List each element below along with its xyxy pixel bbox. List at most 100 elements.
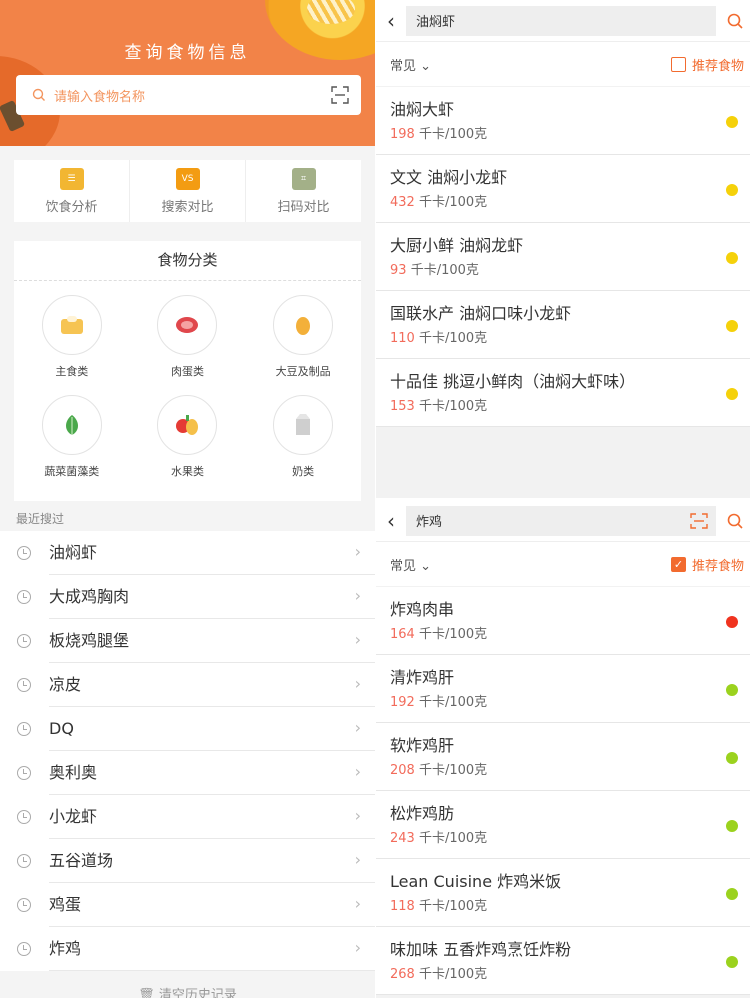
food-name: 十品佳 挑逗小鲜肉（油焖大虾味） xyxy=(390,372,636,391)
result-item[interactable]: 清炸鸡肝 192 千卡/100克 xyxy=(376,655,750,723)
kcal-value: 93 xyxy=(390,263,407,278)
chevron-down-icon: ⌄ xyxy=(420,558,432,574)
filter-bar: 常见 ⌄ ✓ 推荐食物 xyxy=(376,542,750,586)
tool-label: 饮食分析 xyxy=(45,199,98,215)
chevron-right-icon: › xyxy=(354,674,361,693)
back-arrow-icon[interactable]: ‹ xyxy=(376,9,406,33)
recent-item-label: 五谷道场 xyxy=(49,839,375,883)
result-item[interactable]: 油焖大虾 198 千卡/100克 xyxy=(376,87,750,155)
back-arrow-icon[interactable]: ‹ xyxy=(376,509,406,533)
recent-item[interactable]: 五谷道场 › xyxy=(0,839,375,883)
category-title: 食物分类 xyxy=(14,241,361,281)
search-icon[interactable] xyxy=(720,513,750,529)
recent-item-label: 大成鸡胸肉 xyxy=(49,575,375,619)
result-list: 油焖大虾 198 千卡/100克 文文 油焖小龙虾 432 千卡/100克 大厨小鲜… xyxy=(376,87,750,427)
food-name: 清炸鸡肝 xyxy=(390,668,455,687)
recent-item-label: DQ xyxy=(49,707,375,751)
recent-item[interactable]: 小龙虾 › xyxy=(0,795,375,839)
sort-label: 常见 xyxy=(390,558,417,574)
scan-icon[interactable] xyxy=(331,86,349,104)
result-item[interactable]: 十品佳 挑逗小鲜肉（油焖大虾味） 153 千卡/100克 xyxy=(376,359,750,427)
soybean-icon xyxy=(273,295,334,355)
vegetable-icon xyxy=(41,395,102,455)
kcal-value: 153 xyxy=(390,399,415,414)
food-name: 文文 油焖小龙虾 xyxy=(390,168,508,187)
fruit-icon xyxy=(157,395,218,455)
category-vegetable[interactable]: 蔬菜菌藻类 xyxy=(14,395,130,495)
result-item[interactable]: 味加味 五香炸鸡烹饪炸粉 268 千卡/100克 xyxy=(376,927,750,995)
clock-icon xyxy=(17,634,31,648)
chevron-down-icon: ⌄ xyxy=(420,58,432,74)
result-item[interactable]: 炸鸡肉串 164 千卡/100克 xyxy=(376,587,750,655)
staple-food-icon xyxy=(41,295,102,355)
food-name: 国联水产 油焖口味小龙虾 xyxy=(390,304,572,323)
result-item[interactable]: 文文 油焖小龙虾 432 千卡/100克 xyxy=(376,155,750,223)
category-fruit[interactable]: 水果类 xyxy=(130,395,246,495)
result-item[interactable]: 国联水产 油焖口味小龙虾 110 千卡/100克 xyxy=(376,291,750,359)
food-name: Lean Cuisine 炸鸡米饭 xyxy=(390,872,562,891)
result-item[interactable]: 大厨小鲜 油焖龙虾 93 千卡/100克 xyxy=(376,223,750,291)
recent-item[interactable]: 奥利奥 › xyxy=(0,751,375,795)
scan-compare-button[interactable]: ⌗ 扫码对比 xyxy=(246,160,361,222)
sort-dropdown[interactable]: 常见 ⌄ xyxy=(390,555,431,574)
recommend-label: 推荐食物 xyxy=(691,558,744,574)
chevron-right-icon: › xyxy=(354,850,361,869)
recommend-checkbox[interactable]: 推荐食物 xyxy=(670,55,744,74)
recent-item-label: 凉皮 xyxy=(49,663,375,707)
recent-item[interactable]: DQ › xyxy=(0,707,375,751)
recent-item[interactable]: 鸡蛋 › xyxy=(0,883,375,927)
page-title: 查询食物信息 xyxy=(124,43,251,63)
food-name: 油焖大虾 xyxy=(390,100,455,119)
recent-item[interactable]: 大成鸡胸肉 › xyxy=(0,575,375,619)
trash-icon: 🗑 xyxy=(138,988,159,998)
result-item[interactable]: Lean Cuisine 炸鸡米饭 118 千卡/100克 xyxy=(376,859,750,927)
recent-item-label: 小龙虾 xyxy=(49,795,375,839)
category-staple[interactable]: 主食类 xyxy=(14,295,130,395)
search-input[interactable]: 油焖虾 xyxy=(406,5,716,36)
search-bar: ‹ 炸鸡 xyxy=(376,500,750,542)
chevron-right-icon: › xyxy=(354,718,361,737)
recent-search-list: 油焖虾 › 大成鸡胸肉 › 板烧鸡腿堡 › 凉皮 › DQ › 奥利奥 › 小龙虾 › 五谷道… xyxy=(0,531,375,971)
result-item[interactable]: 软炸鸡肝 208 千卡/100克 xyxy=(376,723,750,791)
chevron-right-icon: › xyxy=(354,630,361,649)
result-item[interactable]: 松炸鸡肪 243 千卡/100克 xyxy=(376,791,750,859)
kcal-value: 164 xyxy=(390,627,415,642)
category-milk[interactable]: 奶类 xyxy=(245,395,361,495)
search-compare-button[interactable]: VS 搜索对比 xyxy=(130,160,246,222)
chevron-right-icon: › xyxy=(354,894,361,913)
kcal-unit: 千卡/100克 xyxy=(418,899,488,914)
category-soybean[interactable]: 大豆及制品 xyxy=(245,295,361,395)
search-input[interactable]: 炸鸡 xyxy=(406,505,716,536)
recent-item-label: 奥利奥 xyxy=(49,751,375,795)
checkbox-icon xyxy=(670,56,686,72)
recent-item[interactable]: 板烧鸡腿堡 › xyxy=(0,619,375,663)
clock-icon xyxy=(17,810,31,824)
recent-item-label: 板烧鸡腿堡 xyxy=(49,619,375,663)
diet-analysis-button[interactable]: ☰ 饮食分析 xyxy=(14,160,130,222)
recent-item[interactable]: 炸鸡 › xyxy=(0,927,375,971)
chevron-right-icon: › xyxy=(354,542,361,561)
sort-dropdown[interactable]: 常见 ⌄ xyxy=(390,55,431,74)
clock-icon xyxy=(17,546,31,560)
kcal-value: 118 xyxy=(390,899,415,914)
recommend-label: 推荐食物 xyxy=(691,58,744,74)
kcal-unit: 千卡/100克 xyxy=(418,195,488,210)
recent-item[interactable]: 凉皮 › xyxy=(0,663,375,707)
clock-icon xyxy=(17,722,31,736)
chevron-right-icon: › xyxy=(354,586,361,605)
category-label: 蔬菜菌藻类 xyxy=(44,465,100,478)
recommend-checkbox[interactable]: ✓ 推荐食物 xyxy=(670,555,744,574)
scan-icon[interactable] xyxy=(690,512,708,529)
diet-analysis-icon: ☰ xyxy=(59,167,84,190)
food-name: 味加味 五香炸鸡烹饪炸粉 xyxy=(390,940,572,959)
rating-dot-icon xyxy=(726,252,738,264)
search-icon[interactable] xyxy=(720,13,750,29)
rating-dot-icon xyxy=(726,388,738,400)
clear-history-button[interactable]: 🗑 清空历史记录 xyxy=(0,984,375,998)
clock-icon xyxy=(17,898,31,912)
category-meat-egg[interactable]: 肉蛋类 xyxy=(130,295,246,395)
recent-item[interactable]: 油焖虾 › xyxy=(0,531,375,575)
search-icon xyxy=(32,88,45,101)
food-search-input[interactable]: 请输入食物名称 xyxy=(16,75,361,115)
checkbox-checked-icon: ✓ xyxy=(670,556,686,572)
